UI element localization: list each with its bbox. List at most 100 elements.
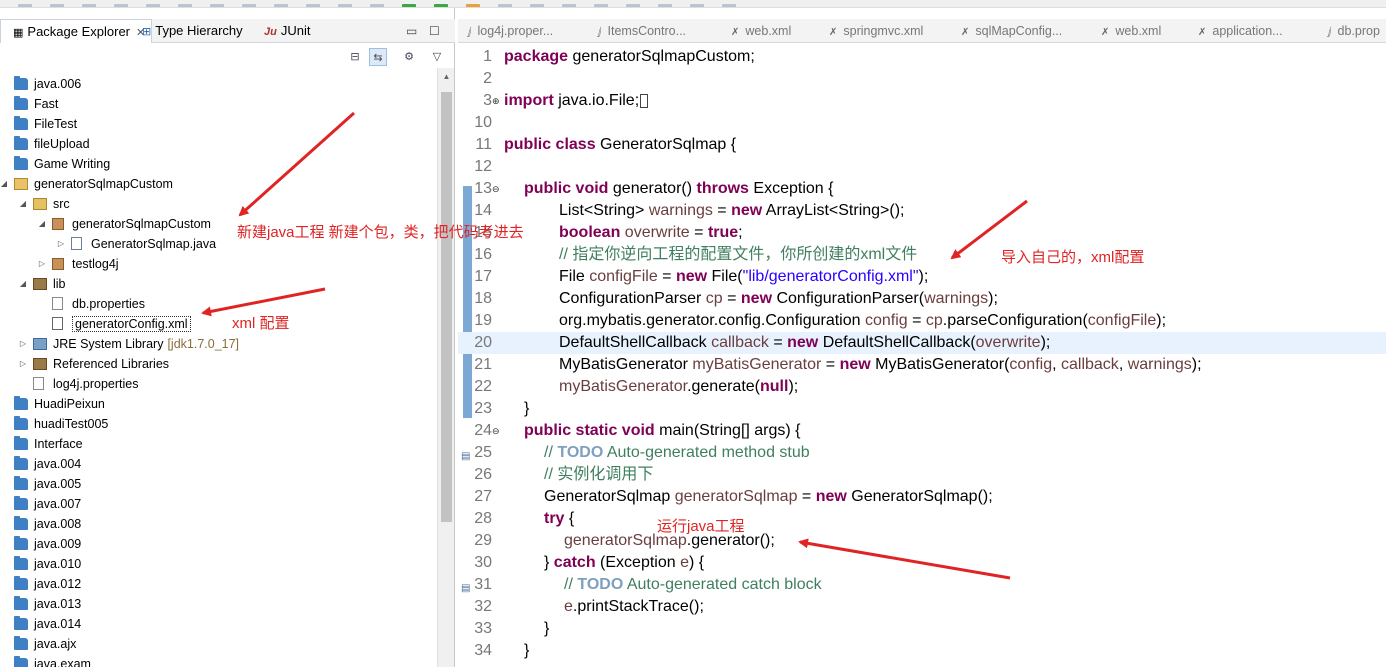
minimize-view-icon[interactable]: ▭ — [406, 19, 417, 43]
tree-item[interactable]: ◢ src — [0, 194, 437, 214]
code-line[interactable]: 12 — [458, 156, 1386, 178]
maximize-view-icon[interactable]: ☐ — [429, 19, 440, 43]
code-line[interactable]: 14 List<String> warnings = new ArrayList<… — [458, 200, 1386, 222]
expand-fold-icon[interactable]: ⊕ — [492, 90, 500, 112]
tree-item[interactable]: java.004 — [0, 454, 437, 474]
expanded-twistie-icon[interactable]: ◢ — [37, 214, 47, 234]
code-line[interactable]: 17 File configFile = new File("lib/genera… — [458, 266, 1386, 288]
code-line[interactable]: 32 e.printStackTrace(); — [458, 596, 1386, 618]
editor-tab[interactable]: ⅉ db.prop — [1328, 19, 1380, 43]
editor-tab[interactable]: ✗ web.xml — [731, 19, 791, 43]
tree-item[interactable]: java.005 — [0, 474, 437, 494]
tree-item[interactable]: HuadiPeixun — [0, 394, 437, 414]
tab-package-explorer[interactable]: ▦ Package Explorer ✕ — [0, 19, 153, 43]
java-file-icon — [71, 237, 82, 250]
code-line[interactable]: 30} catch (Exception e) { — [458, 552, 1386, 574]
collapse-fold-icon[interactable]: ⊖ — [492, 420, 500, 442]
collapsed-twistie-icon[interactable]: ▷ — [18, 354, 28, 374]
code-line[interactable]: 22 myBatisGenerator.generate(null); — [458, 376, 1386, 398]
tree-item[interactable]: java.014 — [0, 614, 437, 634]
tree-item[interactable]: ▷ JRE System Library [jdk1.7.0_17] — [0, 334, 437, 354]
code-line[interactable]: 16 // 指定你逆向工程的配置文件，你所创建的xml文件 — [458, 244, 1386, 266]
code-line[interactable]: 20 DefaultShellCallback callback = new De… — [458, 332, 1386, 354]
code-line[interactable]: 24 ⊖ public static void main(String[] args… — [458, 420, 1386, 442]
tab-type-hierarchy[interactable]: ⊞ Type Hierarchy — [142, 19, 243, 43]
file-icon: ⅉ — [468, 27, 472, 38]
tree-item[interactable]: java.009 — [0, 534, 437, 554]
tree-item[interactable]: java.exam — [0, 654, 437, 667]
collapsed-twistie-icon[interactable]: ▷ — [56, 234, 66, 254]
tab-junit[interactable]: Ju JUnit — [264, 19, 310, 43]
tree-item[interactable]: java.013 — [0, 594, 437, 614]
filters-icon[interactable]: ⚙ — [400, 48, 418, 66]
line-number: 1 — [483, 48, 492, 65]
editor-tab[interactable]: ✗ sqlMapConfig... — [961, 19, 1062, 43]
code-line[interactable]: 27 GeneratorSqlmap generatorSqlmap = new … — [458, 486, 1386, 508]
tree-item[interactable]: fileUpload — [0, 134, 437, 154]
tree-item[interactable]: ▷ testlog4j — [0, 254, 437, 274]
code-line[interactable]: 21 MyBatisGenerator myBatisGenerator = ne… — [458, 354, 1386, 376]
editor-tab[interactable]: ✗ web.xml — [1101, 19, 1161, 43]
tree-item[interactable]: huadiTest005 — [0, 414, 437, 434]
link-with-editor-icon[interactable]: ⇆ — [369, 48, 387, 66]
tree-item-label: GeneratorSqlmap.java — [91, 237, 217, 251]
code-line[interactable]: 18 ConfigurationParser cp = new Configura… — [458, 288, 1386, 310]
collapse-fold-icon[interactable]: ⊖ — [492, 178, 500, 200]
tree-item[interactable]: java.010 — [0, 554, 437, 574]
tree-item[interactable]: java.006 — [0, 74, 437, 94]
tree-item-label: src — [53, 197, 70, 211]
tree-item[interactable]: ▷ Referenced Libraries — [0, 354, 437, 374]
tree-item[interactable]: ◢ lib — [0, 274, 437, 294]
code-area[interactable]: 1 package generatorSqlmapCustom; 2 3 ⊕ import… — [458, 46, 1386, 666]
code-line[interactable]: 29 generatorSqlmap.generator(); — [458, 530, 1386, 552]
editor-tab[interactable]: ⅉ ItemsContro... — [598, 19, 686, 43]
folder-icon — [14, 496, 28, 510]
tree-item[interactable]: generatorConfig.xml — [0, 314, 437, 334]
tree-item[interactable]: java.008 — [0, 514, 437, 534]
code-line[interactable]: 15 boolean overwrite = true; — [458, 222, 1386, 244]
tree-item[interactable]: java.ajx — [0, 634, 437, 654]
tree-item[interactable]: Game Writing — [0, 154, 437, 174]
tree-item[interactable]: Interface — [0, 434, 437, 454]
tree-item[interactable]: java.007 — [0, 494, 437, 514]
code-line[interactable]: 26 // 实例化调用下 — [458, 464, 1386, 486]
code-text: ConfigurationParser cp = new Configurati… — [559, 290, 998, 307]
code-line[interactable]: 25 // TODO Auto-generated method stub — [458, 442, 1386, 464]
code-line[interactable]: 28 try { — [458, 508, 1386, 530]
code-line[interactable]: 31 // TODO Auto-generated catch block — [458, 574, 1386, 596]
code-line[interactable]: 2 — [458, 68, 1386, 90]
tree-item[interactable]: java.012 — [0, 574, 437, 594]
tree-item[interactable]: FileTest — [0, 114, 437, 134]
code-line[interactable]: 3 ⊕ import java.io.File; — [458, 90, 1386, 112]
code-line[interactable]: 19 org.mybatis.generator.config.Configura… — [458, 310, 1386, 332]
code-line[interactable]: 33} — [458, 618, 1386, 640]
folder-icon — [14, 136, 28, 150]
expanded-twistie-icon[interactable]: ◢ — [18, 274, 28, 294]
code-line[interactable]: 10 — [458, 112, 1386, 134]
view-menu-icon[interactable]: ▽ — [428, 48, 446, 66]
file-icon — [52, 297, 63, 310]
tree-item[interactable]: Fast — [0, 94, 437, 114]
tree-item[interactable]: log4j.properties — [0, 374, 437, 394]
collapsed-twistie-icon[interactable]: ▷ — [37, 254, 47, 274]
tree-item[interactable]: db.properties — [0, 294, 437, 314]
tree-item[interactable]: ◢ generatorSqlmapCustom — [0, 174, 437, 194]
expanded-twistie-icon[interactable]: ◢ — [0, 174, 9, 194]
editor-tab[interactable]: ✗ springmvc.xml — [829, 19, 923, 43]
editor-tab[interactable]: ⅉ log4j.proper... — [468, 19, 553, 43]
expanded-twistie-icon[interactable]: ◢ — [18, 194, 28, 214]
code-line[interactable]: 1 package generatorSqlmapCustom; — [458, 46, 1386, 68]
code-line[interactable]: 11 public class GeneratorSqlmap { — [458, 134, 1386, 156]
code-text: DefaultShellCallback callback = new Defa… — [559, 334, 1051, 351]
code-line[interactable]: 13 ⊖ public void generator() throws Except… — [458, 178, 1386, 200]
folded-imports-icon[interactable] — [640, 93, 649, 108]
scroll-up-icon[interactable]: ▲ — [438, 72, 455, 81]
code-line[interactable]: 23} — [458, 398, 1386, 420]
collapsed-twistie-icon[interactable]: ▷ — [18, 334, 28, 354]
collapse-all-icon[interactable]: ⊟ — [346, 48, 364, 66]
java-editor: ⅉ log4j.proper... ⅉ ItemsContro... ✗ web.xml ✗… — [458, 8, 1386, 667]
scrollbar-thumb[interactable] — [441, 92, 452, 522]
editor-tab[interactable]: ✗ application... — [1198, 19, 1283, 43]
code-line[interactable]: 34} — [458, 640, 1386, 662]
tree-scrollbar[interactable]: ▲ — [437, 68, 454, 667]
